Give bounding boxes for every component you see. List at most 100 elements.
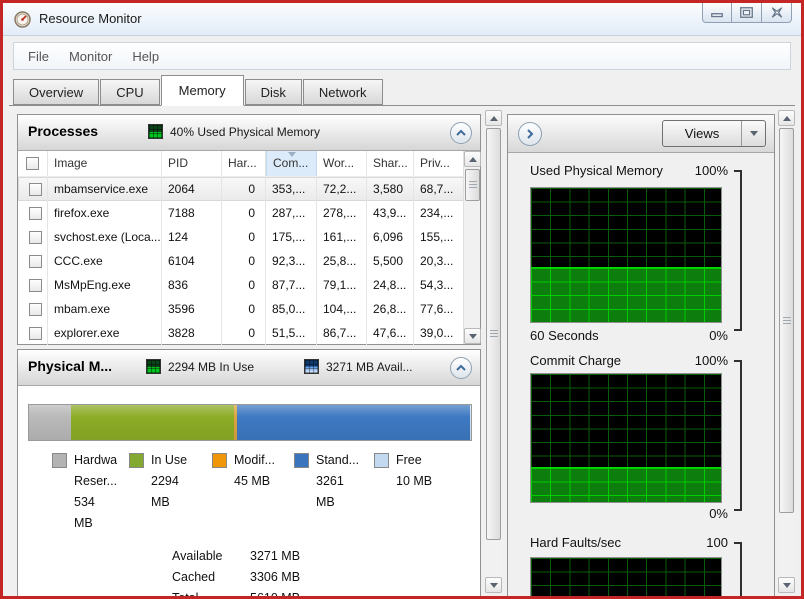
scroll-down-button[interactable] (485, 577, 502, 593)
cell-private: 155,... (420, 230, 454, 244)
process-row-svchost[interactable]: svchost.exe (Loca... 124 0 175,... 161,.… (18, 225, 480, 249)
close-button[interactable] (762, 3, 792, 23)
maximize-button[interactable] (732, 3, 762, 23)
cell-pid: 124 (162, 225, 222, 249)
scale-bracket (734, 542, 742, 596)
physical-memory-collapse-button[interactable] (450, 357, 472, 379)
summary-label: Available (172, 549, 223, 563)
legend-line: MB (151, 495, 170, 509)
processes-table-scrollbar[interactable] (463, 151, 481, 344)
process-row-explorer[interactable]: explorer.exe 3828 0 51,5... 86,7... 47,6… (18, 321, 480, 345)
graph-grid (531, 558, 721, 596)
legend-hardware-reserved: Hardwa Reser... 534 MB (52, 450, 132, 534)
process-row-mbamservice[interactable]: mbamservice.exe 2064 0 353,... 72,2... 3… (18, 177, 480, 201)
chart-commit-charge: Commit Charge 100% 0% (508, 353, 774, 533)
processes-panel: Processes 40% Used Physical Memory Image… (17, 114, 481, 345)
in-use-status: 2294 MB In Use (168, 360, 255, 374)
row-checkbox[interactable] (29, 278, 42, 292)
column-header-working-set[interactable]: Wor... (317, 151, 367, 176)
menu-help[interactable]: Help (122, 45, 169, 68)
row-checkbox-cell (18, 297, 48, 321)
legend-line: 3261 (316, 474, 344, 488)
process-row-ccc[interactable]: CCC.exe 6104 0 92,3... 25,8... 5,500 20,… (18, 249, 480, 273)
legend-line: In Use (151, 453, 188, 467)
column-header-shareable[interactable]: Shar... (367, 151, 414, 176)
legend-line: 2294 (151, 474, 179, 488)
select-all-checkbox[interactable] (26, 157, 39, 170)
chart-min-label: 0% (709, 506, 728, 521)
chevron-right-icon (527, 129, 534, 139)
column-header-private[interactable]: Priv... (414, 151, 463, 176)
cell-image: mbamservice.exe (48, 177, 162, 201)
tab-overview[interactable]: Overview (13, 79, 100, 105)
column-header-image[interactable]: Image (48, 151, 162, 176)
tab-disk[interactable]: Disk (244, 79, 302, 105)
views-dropdown-arrow[interactable] (741, 121, 765, 146)
views-button[interactable]: Views (662, 120, 766, 147)
processes-collapse-button[interactable] (450, 122, 472, 144)
bar-segment-free (470, 405, 471, 440)
column-header-hard-faults[interactable]: Har... (222, 151, 266, 176)
title-bar: Resource Monitor (3, 3, 801, 36)
column-header-commit[interactable]: Com... (266, 151, 317, 176)
expand-panel-button[interactable] (518, 122, 542, 146)
cell-hard-faults: 0 (222, 225, 266, 249)
process-row-firefox[interactable]: firefox.exe 7188 0 287,... 278,... 43,9.… (18, 201, 480, 225)
legend-line: MB (316, 495, 335, 509)
row-checkbox-cell (18, 201, 48, 225)
row-checkbox[interactable] (29, 302, 42, 316)
row-checkbox-cell (18, 249, 48, 273)
legend-line: Hardwa (74, 453, 118, 467)
cell-hard-faults: 0 (222, 273, 266, 297)
row-checkbox[interactable] (29, 254, 42, 268)
cell-working-set: 79,1... (317, 273, 367, 297)
cell-pid: 3596 (162, 297, 222, 321)
chart-used-physical-memory: Used Physical Memory 100% 60 Seconds 0% (508, 163, 774, 353)
available-status: 3271 MB Avail... (326, 360, 413, 374)
legend-line: Reser... (74, 474, 118, 488)
row-checkbox-cell (18, 321, 48, 345)
scroll-up-button[interactable] (485, 110, 502, 126)
legend-modified: Modif... 45 MB (212, 450, 292, 492)
graphs-panel-scrollbar[interactable] (778, 110, 795, 593)
tab-network[interactable]: Network (302, 79, 383, 105)
bar-segment-in-use (70, 405, 234, 440)
hard-faults-graph (530, 557, 722, 596)
column-header-pid[interactable]: PID (162, 151, 222, 176)
cell-commit: 51,5... (266, 321, 317, 345)
process-row-msmpeng[interactable]: MsMpEng.exe 836 0 87,7... 79,1... 24,8..… (18, 273, 480, 297)
summary-total: Total 5610 MB (18, 588, 480, 596)
cell-working-set: 72,2... (317, 177, 367, 201)
tab-memory[interactable]: Memory (160, 75, 244, 106)
cell-private: 20,3... (420, 254, 454, 268)
scroll-up-button[interactable] (778, 110, 795, 126)
bar-segment-standby (237, 405, 471, 440)
cell-shareable: 5,500 (367, 249, 414, 273)
commit-charge-graph (530, 373, 722, 503)
scroll-down-button[interactable] (778, 577, 795, 593)
menu-monitor[interactable]: Monitor (59, 45, 122, 68)
left-pane-scrollbar[interactable] (485, 110, 502, 593)
scrollbar-thumb[interactable] (486, 128, 501, 540)
scrollbar-thumb[interactable] (779, 128, 794, 513)
triangle-down-icon (782, 582, 791, 588)
scroll-up-button[interactable] (464, 151, 481, 167)
row-checkbox[interactable] (29, 182, 42, 196)
row-checkbox[interactable] (29, 230, 42, 244)
processes-header: Processes 40% Used Physical Memory (18, 115, 480, 151)
scrollbar-thumb[interactable] (465, 169, 480, 201)
views-button-label: Views (684, 126, 720, 141)
row-checkbox[interactable] (29, 206, 42, 220)
triangle-up-icon (468, 156, 477, 162)
process-row-mbam[interactable]: mbam.exe 3596 0 85,0... 104,... 26,8... … (18, 297, 480, 321)
minimize-button[interactable] (702, 3, 732, 23)
window-controls (702, 3, 792, 23)
menu-file[interactable]: File (18, 45, 59, 68)
cell-hard-faults: 0 (222, 321, 266, 345)
scale-bracket (734, 360, 742, 511)
triangle-up-icon (782, 115, 791, 121)
scroll-down-button[interactable] (464, 328, 481, 344)
chevron-up-icon (456, 129, 466, 136)
tab-cpu[interactable]: CPU (100, 79, 160, 105)
row-checkbox[interactable] (29, 326, 42, 340)
